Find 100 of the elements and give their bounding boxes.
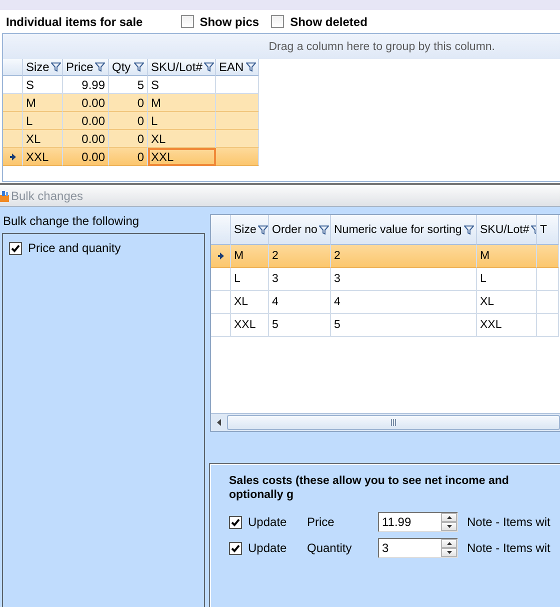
filter-icon[interactable] [258,224,268,234]
table-cell[interactable] [216,94,259,112]
checkbox[interactable] [271,15,284,28]
panel-title: Sales costs (these allow you to see net income and optionally g [229,474,510,502]
column-header[interactable]: Numeric value for sorting [331,215,477,245]
column-header[interactable]: EAN [216,59,259,76]
header-corner [3,59,23,76]
checkbox-label: Update [248,541,287,555]
down-caret-icon [446,551,452,554]
table-cell[interactable]: 5 [331,314,477,337]
table-cell[interactable]: XL [231,291,269,314]
section-label: Bulk change the following [2,213,140,230]
checkbox-label: Update [248,515,287,529]
up-caret-icon [446,516,452,519]
table-cell[interactable]: M [231,245,269,268]
table-cell[interactable]: 0.00 [63,112,109,130]
table-cell[interactable] [537,268,559,291]
spin-up-button[interactable] [441,513,457,522]
column-header[interactable]: Size [23,59,63,76]
down-caret-icon [446,525,452,528]
checkbox-label: Show pics [200,14,260,28]
note-text: Note - Items wit [467,541,550,555]
filter-icon[interactable] [51,62,62,72]
table-cell[interactable]: 3 [331,268,477,291]
header-corner [211,215,231,245]
table-cell[interactable]: 9.99 [63,76,109,94]
table-cell[interactable]: 4 [331,291,477,314]
table-cell[interactable]: XL [23,130,63,148]
table-cell[interactable] [537,245,559,268]
toolbox-icon [0,188,9,202]
table-cell[interactable]: S [23,76,63,94]
filter-icon[interactable] [134,62,144,72]
spin-down-button[interactable] [441,522,457,531]
up-caret-icon [446,542,452,545]
column-header[interactable]: Order no [269,215,331,245]
table-cell[interactable]: XL [477,291,537,314]
column-header[interactable]: Price [63,59,109,76]
table-cell[interactable]: M [148,94,216,112]
column-header[interactable]: SKU/Lot# [477,215,537,245]
table-cell[interactable]: 2 [269,245,331,268]
table-cell[interactable] [537,291,559,314]
table-cell[interactable]: L [23,112,63,130]
section-title: Individual items for sale [6,14,143,28]
checkbox-label: Price and quanity [28,241,121,255]
filter-icon[interactable] [464,224,474,234]
table-cell[interactable] [216,76,259,94]
table-cell[interactable]: 0 [109,94,148,112]
filter-icon[interactable] [246,62,256,72]
spin-down-button[interactable] [441,548,457,557]
field-label: Price [307,515,336,529]
row-indicator[interactable] [211,245,231,268]
filter-icon[interactable] [204,62,214,72]
column-header[interactable]: T [537,215,559,245]
table-cell[interactable]: L [148,112,216,130]
spin-up-button[interactable] [441,539,457,548]
table-cell[interactable]: L [477,268,537,291]
column-header[interactable]: Size [231,215,269,245]
number-field[interactable]: 3 [378,538,458,558]
row-indicator[interactable] [3,148,23,166]
note-text: Note - Items wit [467,515,550,529]
table-cell[interactable]: 4 [269,291,331,314]
column-header[interactable]: SKU/Lot# [148,59,216,76]
column-header[interactable]: Qty [109,59,148,76]
current-row-icon [218,252,224,260]
table-cell[interactable]: 2 [331,245,477,268]
filter-icon[interactable] [319,224,330,234]
table-cell[interactable]: XXL [231,314,269,337]
table-cell[interactable] [216,148,259,166]
number-field[interactable]: 11.99 [378,512,458,532]
table-cell[interactable]: S [148,76,216,94]
current-row-icon [10,152,16,160]
table-cell[interactable]: L [231,268,269,291]
checkbox[interactable] [9,242,22,254]
table-cell[interactable]: 0.00 [63,94,109,112]
table-cell[interactable] [537,314,559,337]
table-cell[interactable]: 5 [109,76,148,94]
table-cell[interactable]: XXL [148,148,216,166]
horizontal-scrollbar[interactable] [211,413,560,431]
table-cell[interactable]: 0 [109,112,148,130]
table-cell[interactable]: XXL [477,314,537,337]
grip-icon [391,419,396,426]
table-cell[interactable]: 0 [109,148,148,166]
table-cell[interactable]: XXL [23,148,63,166]
table-cell[interactable]: 3 [269,268,331,291]
table-cell[interactable]: 5 [269,314,331,337]
scroll-left-icon[interactable] [217,419,221,426]
table-cell[interactable]: 0.00 [63,130,109,148]
table-cell[interactable]: XL [148,130,216,148]
table-cell[interactable]: M [477,245,537,268]
field-label: Quantity [307,541,353,555]
checkbox[interactable] [229,516,242,528]
table-cell[interactable] [216,112,259,130]
checkbox-label: Show deleted [290,14,368,28]
table-cell[interactable]: M [23,94,63,112]
table-cell[interactable] [216,130,259,148]
table-cell[interactable]: 0 [109,130,148,148]
table-cell[interactable]: 0.00 [63,148,109,166]
checkbox[interactable] [180,15,194,28]
checkbox[interactable] [229,542,242,554]
filter-icon[interactable] [95,62,106,72]
